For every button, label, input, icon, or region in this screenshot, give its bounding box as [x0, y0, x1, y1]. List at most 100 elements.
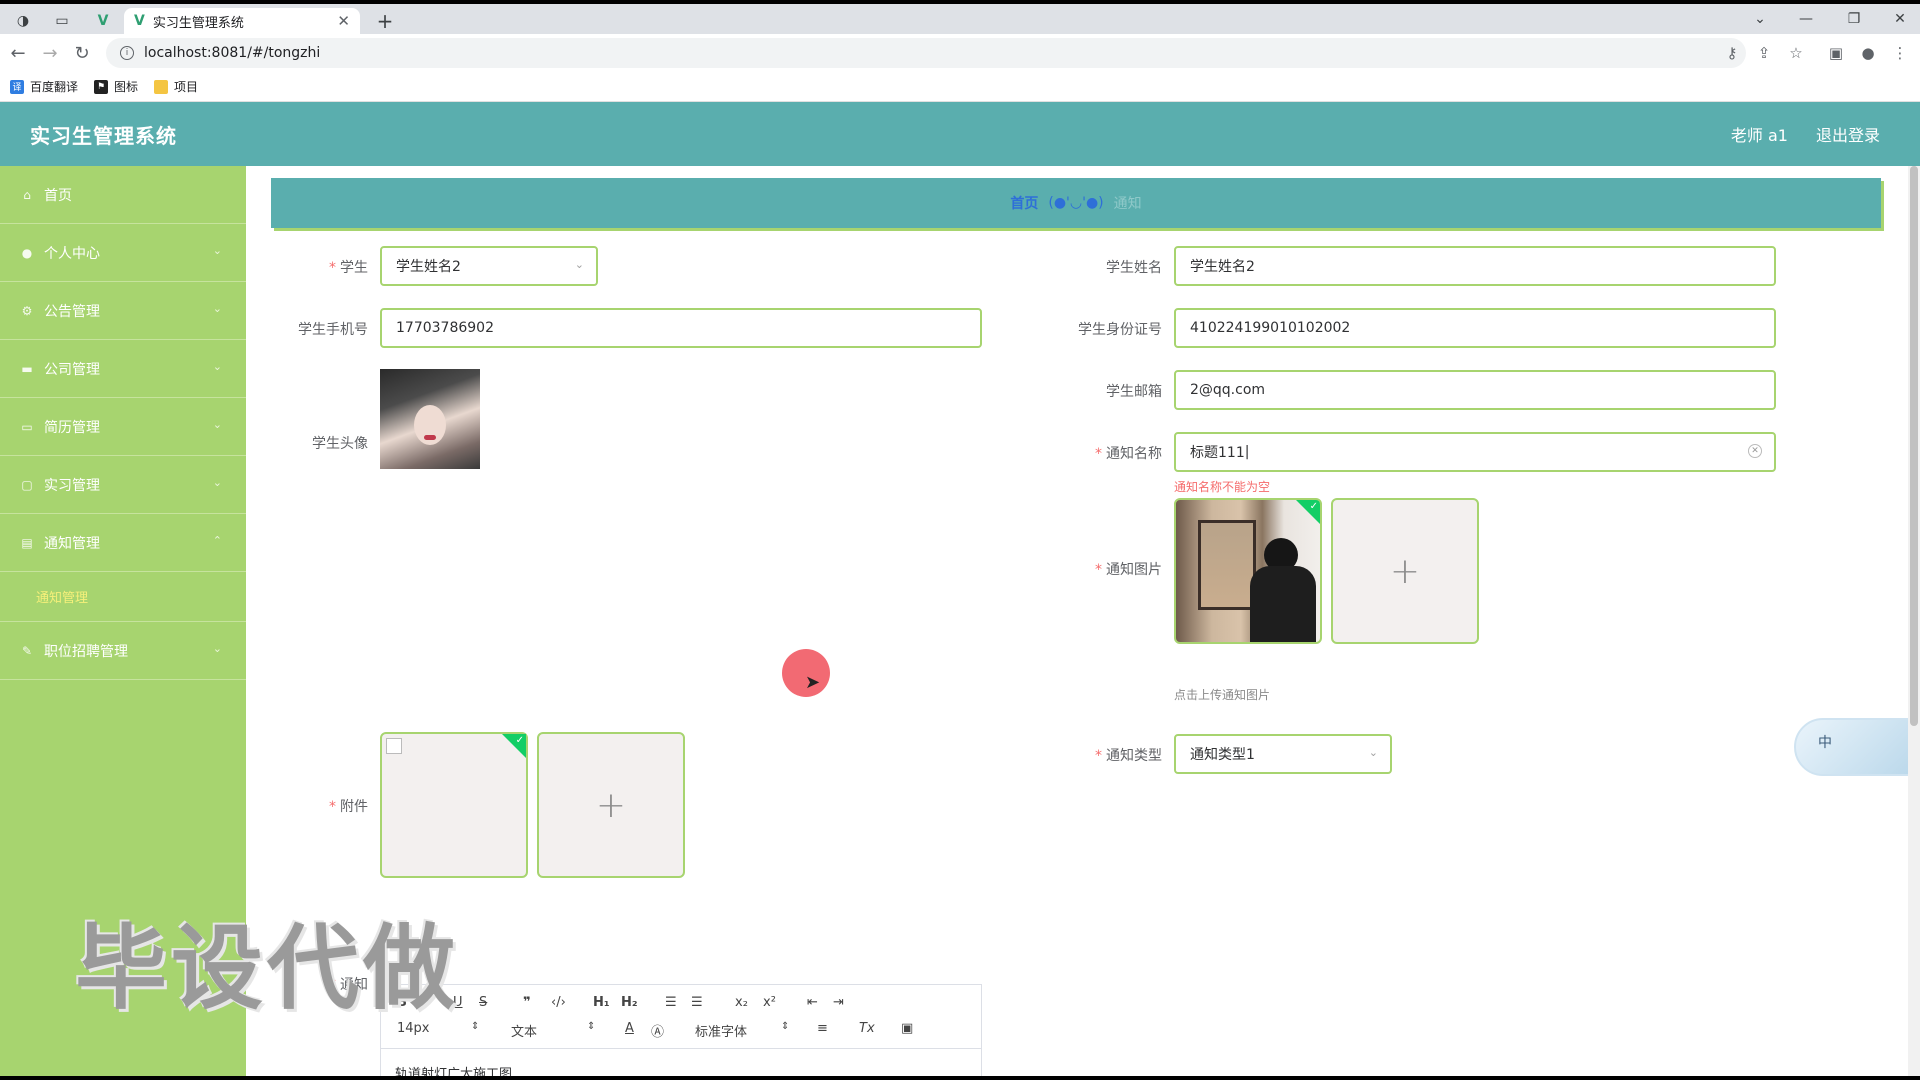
- image-button[interactable]: ▣: [901, 1021, 913, 1036]
- sidebar-item-notice[interactable]: ▤ 通知管理 ⌃: [0, 514, 246, 572]
- phone-field[interactable]: 17703786902: [380, 308, 982, 348]
- breadcrumb-separator: (●'◡'●): [1048, 195, 1104, 211]
- forward-icon[interactable]: →: [38, 41, 62, 65]
- upload-success-icon: ✓: [502, 734, 526, 758]
- attachment-upload-button[interactable]: +: [537, 732, 685, 878]
- chevron-down-icon: ⌄: [1368, 746, 1378, 759]
- email-field[interactable]: 2@qq.com: [1174, 370, 1776, 410]
- folder-icon: [154, 79, 169, 94]
- student-select[interactable]: 学生姓名2 ⌄: [380, 246, 598, 286]
- profile-icon[interactable]: ●: [1858, 43, 1878, 63]
- text-style-select[interactable]: 文本: [511, 1021, 537, 1040]
- notice-image-upload-button[interactable]: +: [1331, 498, 1479, 644]
- browser-toolbar: ← → ↻ i localhost:8081/#/tongzhi ⚷ ⇪ ☆ ▣…: [0, 34, 1920, 72]
- close-window-button[interactable]: ✕: [1880, 6, 1920, 32]
- new-tab-button[interactable]: +: [372, 8, 398, 34]
- student-name-field[interactable]: 学生姓名2: [1174, 246, 1776, 286]
- clear-icon[interactable]: ✕: [1748, 444, 1762, 458]
- reload-icon[interactable]: ↻: [70, 41, 94, 65]
- browser-window: ◑ ▭ V V 实习生管理系统 ✕ + ⌄ — ❐ ✕ ← → ↻ i loca…: [0, 4, 1920, 1076]
- key-icon[interactable]: ⚷: [1722, 43, 1742, 63]
- painting-frame: [1198, 520, 1256, 610]
- bullet-list-button[interactable]: ☰: [691, 995, 703, 1010]
- code-button[interactable]: ‹/›: [551, 995, 566, 1010]
- editor-toolbar: B I U S ❞ ‹/› H₁ H₂ ☰ ☰ x₂ x² ⇤ ⇥ 14px ⇕…: [381, 985, 981, 1049]
- sidebar-item-internship[interactable]: ▢ 实习管理 ⌄: [0, 456, 246, 514]
- vue-tab-icon[interactable]: V: [88, 8, 118, 34]
- star-icon[interactable]: ☆: [1786, 43, 1806, 63]
- notice-name-field[interactable]: 标题111 | ✕: [1174, 432, 1776, 472]
- superscript-button[interactable]: x²: [763, 995, 776, 1010]
- restore-button[interactable]: ❐: [1834, 6, 1874, 32]
- notice-image-label: * 通知图片: [1095, 562, 1162, 578]
- logout-link[interactable]: 退出登录: [1816, 122, 1880, 146]
- user-icon: ●: [21, 245, 33, 260]
- phone-label: 学生手机号: [298, 322, 368, 338]
- background-color-button[interactable]: Ⓐ: [651, 1021, 664, 1040]
- sidebar-subitem-notice[interactable]: 通知管理: [0, 572, 246, 622]
- notice-type-select[interactable]: 通知类型1 ⌄: [1174, 734, 1392, 774]
- sidebar-item-profile[interactable]: ● 个人中心 ⌄: [0, 224, 246, 282]
- site-info-icon[interactable]: i: [120, 46, 134, 60]
- page-scrollbar[interactable]: [1908, 166, 1920, 1076]
- briefcase-icon: ▤: [21, 535, 33, 550]
- sidebar-item-home[interactable]: ⌂ 首页: [0, 166, 246, 224]
- sidebar-item-recruitment[interactable]: ✎ 职位招聘管理 ⌄: [0, 622, 246, 680]
- clear-format-button[interactable]: Tx: [859, 1021, 875, 1036]
- sidebar-item-resume[interactable]: ▭ 简历管理 ⌄: [0, 398, 246, 456]
- tab-search-icon[interactable]: ⌄: [1740, 6, 1780, 32]
- editor-content[interactable]: 轨道射灯广大施工图: [381, 1049, 981, 1076]
- upload-success-icon: ✓: [1296, 500, 1320, 524]
- share-icon[interactable]: ⇪: [1754, 43, 1774, 63]
- breadcrumb-home[interactable]: 首页: [1010, 193, 1038, 213]
- edit-icon: ✎: [21, 643, 33, 658]
- minimize-button[interactable]: —: [1786, 6, 1826, 32]
- browser-menu-icon[interactable]: ◑: [8, 8, 38, 34]
- scrollbar-thumb[interactable]: [1910, 166, 1918, 726]
- bookmark-translate[interactable]: 译 百度翻译: [10, 78, 78, 95]
- address-bar[interactable]: i localhost:8081/#/tongzhi: [106, 38, 1746, 68]
- broken-image-icon: [386, 738, 402, 754]
- pinned-tab[interactable]: ▭: [46, 8, 78, 34]
- tab-strip: ◑ ▭ V V 实习生管理系统 ✕ + ⌄ — ❐ ✕: [0, 4, 1920, 34]
- attachment-label: * 附件: [329, 799, 368, 815]
- indent-button[interactable]: ⇥: [833, 995, 844, 1010]
- sidebar-item-announcement[interactable]: ⚙ 公告管理 ⌄: [0, 282, 246, 340]
- translate-icon: 译: [10, 79, 24, 94]
- chat-icon: ▢: [21, 477, 33, 492]
- avatar-lips: [424, 435, 436, 440]
- attachment-uploaded[interactable]: ✓: [380, 732, 528, 878]
- building-icon: ▬: [21, 361, 33, 376]
- align-button[interactable]: ≡: [817, 1021, 828, 1036]
- strike-button[interactable]: S: [479, 995, 487, 1010]
- user-area: 老师 a1 退出登录: [1703, 102, 1880, 166]
- ime-widget[interactable]: 中: [1794, 718, 1920, 776]
- tab-title: 实习生管理系统: [152, 15, 244, 31]
- bookmark-project[interactable]: 项目: [154, 78, 198, 95]
- menu-dots-icon[interactable]: ⋮: [1890, 43, 1910, 63]
- back-icon[interactable]: ←: [6, 41, 30, 65]
- font-family-select[interactable]: 标准字体: [695, 1021, 747, 1040]
- h2-button[interactable]: H₂: [621, 995, 638, 1010]
- sidebar-item-company[interactable]: ▬ 公司管理 ⌄: [0, 340, 246, 398]
- chevron-down-icon: ⌄: [212, 476, 222, 489]
- avatar-label: 学生头像: [312, 436, 368, 452]
- active-tab[interactable]: V 实习生管理系统 ✕: [124, 8, 360, 34]
- font-family-arrow-icon: ⇕: [781, 1021, 790, 1032]
- mouse-cursor-icon: ➤: [805, 672, 821, 693]
- ordered-list-button[interactable]: ☰: [665, 995, 677, 1010]
- id-field[interactable]: 410224199010102002: [1174, 308, 1776, 348]
- notice-image-uploaded[interactable]: ✓: [1174, 498, 1322, 644]
- close-tab-icon[interactable]: ✕: [337, 12, 350, 30]
- quote-button[interactable]: ❞: [523, 995, 531, 1010]
- font-color-button[interactable]: A: [625, 1021, 634, 1036]
- url-text: localhost:8081/#/tongzhi: [144, 45, 321, 61]
- side-panel-icon[interactable]: ▣: [1826, 43, 1846, 63]
- flag-icon: ⚑: [94, 79, 109, 94]
- watermark-text: 毕设代做: [75, 915, 460, 1022]
- app-title: 实习生管理系统: [30, 123, 177, 148]
- subscript-button[interactable]: x₂: [735, 995, 748, 1010]
- bookmark-icons[interactable]: ⚑ 图标: [94, 78, 138, 95]
- h1-button[interactable]: H₁: [593, 995, 610, 1010]
- outdent-button[interactable]: ⇤: [807, 995, 818, 1010]
